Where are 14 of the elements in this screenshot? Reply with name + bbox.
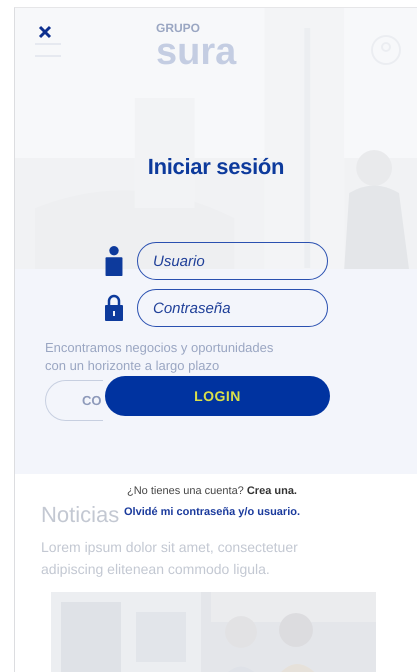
signup-prompt: ¿No tienes una cuenta? Crea una. — [127, 485, 297, 497]
hero-text: Encontramos negocios y oportunidades con un horizonte a largo plazo — [45, 339, 274, 375]
logo-text: GRUPO — [156, 22, 202, 34]
login-button[interactable]: LOGIN — [105, 376, 330, 416]
forgot-link[interactable]: Olvidé mi contraseña y/o usuario. — [124, 506, 300, 518]
login-title: Iniciar sesión — [148, 154, 284, 180]
news-text: Lorem ipsum dolor sit amet, consectetuer adipiscing elitenean commodo ligula. — [41, 538, 299, 579]
news-heading: Noticias — [41, 502, 120, 528]
user-icon — [104, 245, 124, 277]
input-field[interactable]: Contraseña — [137, 289, 328, 327]
input-field[interactable]: Usuario — [137, 242, 328, 280]
close-icon[interactable] — [38, 25, 52, 39]
signup-link[interactable]: Crea una. — [246, 485, 297, 497]
lock-icon — [104, 294, 124, 322]
